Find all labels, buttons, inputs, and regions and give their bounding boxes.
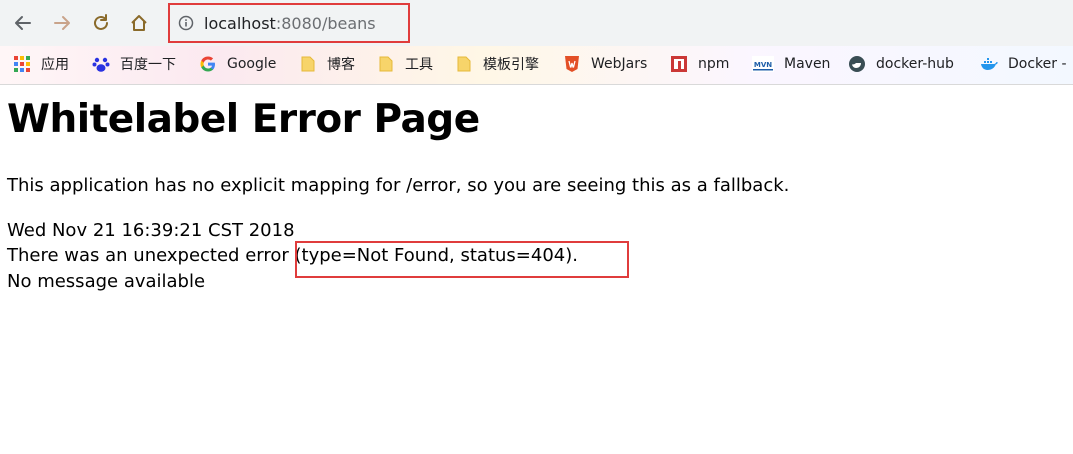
folder-icon [455, 55, 473, 73]
forward-button[interactable] [47, 8, 77, 38]
bookmark-label: docker-hub [876, 56, 954, 72]
url-highlight-box [168, 3, 410, 43]
bookmark-label: 应用 [41, 57, 69, 73]
page-title: Whitelabel Error Page [7, 97, 480, 142]
npm-icon [670, 55, 688, 73]
bookmark-maven[interactable]: MVN Maven [752, 46, 830, 82]
bookmark-label: 百度一下 [120, 57, 176, 73]
forward-arrow-icon [54, 16, 70, 30]
browser-toolbar: localhost:8080/beans [0, 0, 1073, 46]
back-arrow-icon [15, 16, 31, 30]
docker-hub-icon [848, 55, 866, 73]
error-timestamp: Wed Nov 21 16:39:21 CST 2018 [7, 220, 295, 241]
apps-grid-icon [13, 55, 31, 73]
bookmark-webjars[interactable]: WebJars [563, 46, 647, 82]
back-button[interactable] [8, 8, 38, 38]
folder-icon [299, 55, 317, 73]
google-g-icon [199, 55, 217, 73]
reload-button[interactable] [86, 8, 116, 38]
bookmark-google[interactable]: Google [199, 46, 276, 82]
bookmark-label: WebJars [591, 56, 648, 72]
home-button[interactable] [124, 8, 154, 38]
reload-icon [94, 14, 108, 30]
svg-text:MVN: MVN [754, 61, 772, 69]
bookmark-label: Google [227, 56, 277, 72]
bookmark-docker[interactable]: Docker - [980, 46, 1067, 82]
bookmark-label: 博客 [327, 57, 355, 73]
error-explanation: This application has no explicit mapping… [7, 175, 790, 196]
docker-whale-icon [980, 55, 998, 73]
bookmarks-bar: 应用 百度一下 Google 博客 工具 模板引擎 WebJars npm MV… [0, 46, 1073, 85]
bookmark-docker-hub[interactable]: docker-hub [848, 46, 954, 82]
bookmark-folder-tools[interactable]: 工具 [377, 46, 433, 82]
maven-mvn-icon: MVN [752, 55, 774, 73]
status-highlight-box [295, 241, 629, 278]
bookmark-label: 模板引擎 [483, 57, 539, 73]
bookmark-label: Docker - [1008, 56, 1067, 72]
baidu-paw-icon [92, 55, 110, 73]
bookmark-label: Maven [784, 56, 831, 72]
error-detail: No message available [7, 271, 206, 292]
bookmark-folder-templates[interactable]: 模板引擎 [455, 46, 539, 82]
bookmark-label: npm [698, 56, 730, 72]
bookmark-baidu[interactable]: 百度一下 [92, 46, 176, 82]
bookmark-apps[interactable]: 应用 [13, 46, 69, 82]
home-icon [131, 15, 147, 31]
bookmark-folder-blog[interactable]: 博客 [299, 46, 355, 82]
webjars-shield-icon [563, 55, 581, 73]
folder-icon [377, 55, 395, 73]
bookmark-label: 工具 [405, 57, 433, 73]
bookmark-npm[interactable]: npm [670, 46, 729, 82]
